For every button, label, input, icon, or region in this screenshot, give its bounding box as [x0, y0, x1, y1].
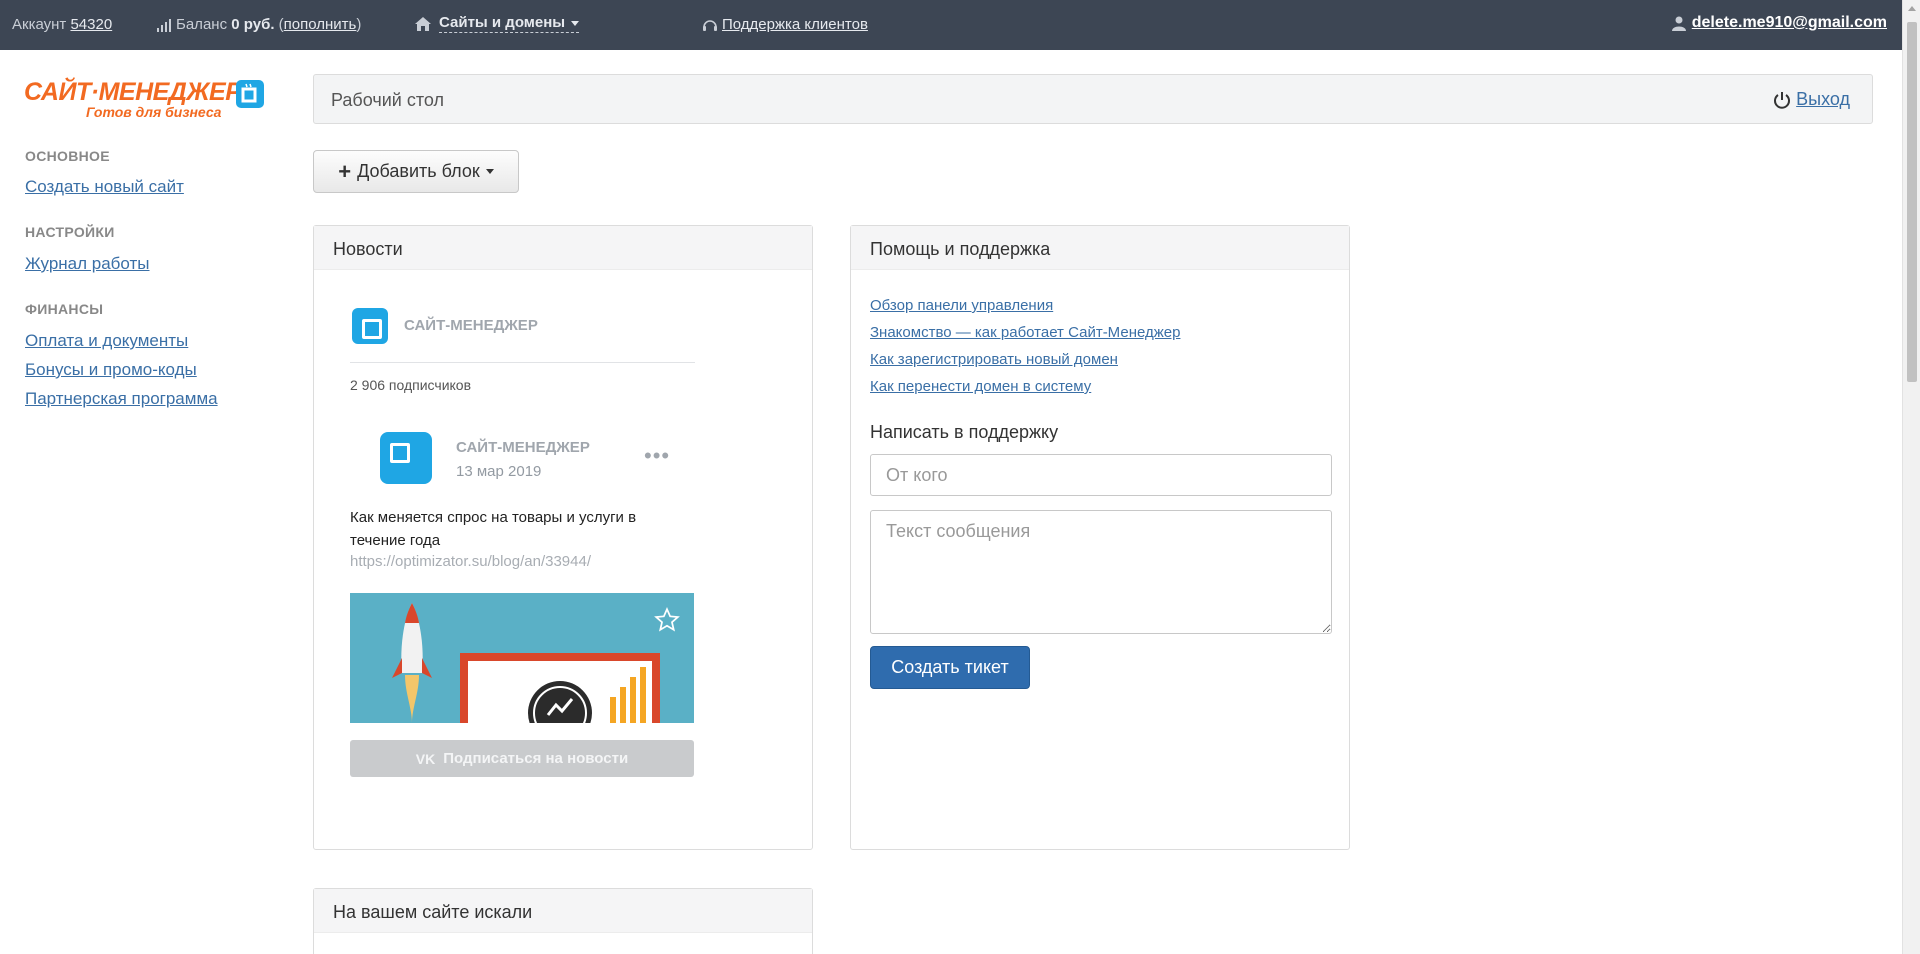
- balance-info: Баланс 0 руб. (пополнить): [157, 16, 361, 33]
- home-icon: [415, 16, 431, 31]
- sidebar-heading-settings: НАСТРОЙКИ: [25, 224, 115, 240]
- community-avatar[interactable]: [352, 308, 388, 344]
- page-title: Рабочий стол: [331, 90, 444, 110]
- plus-icon: +: [338, 158, 352, 184]
- account-label: Аккаунт: [12, 16, 67, 33]
- from-field[interactable]: [870, 454, 1332, 496]
- vk-icon: VK: [415, 750, 436, 767]
- post-text: Как меняется спрос на товары и услуги в …: [350, 509, 637, 549]
- logout-label: Выход: [1796, 89, 1850, 109]
- post-date[interactable]: 13 мар 2019: [456, 463, 541, 480]
- sidebar-item-payments[interactable]: Оплата и документы: [25, 331, 188, 351]
- sites-menu-label: Сайты и домены: [439, 14, 580, 33]
- top-bar: Аккаунт 54320 Баланс 0 руб. (пополнить) …: [0, 0, 1902, 50]
- subscribe-news-button[interactable]: VK Подписаться на новости: [350, 740, 694, 777]
- help-links: Обзор панели управления Знакомство — как…: [870, 292, 1180, 400]
- post-image[interactable]: [350, 593, 694, 723]
- sites-menu[interactable]: Сайты и домены: [415, 14, 580, 33]
- logo-name: САЙТ·МЕНЕДЖЕР: [24, 78, 242, 106]
- subscribe-label: Подписаться на новости: [443, 750, 629, 767]
- user-email: delete.me910@gmail.com: [1691, 14, 1887, 31]
- caret-down-icon: [571, 20, 580, 26]
- cup-logo-icon: [236, 80, 264, 108]
- user-icon: [1671, 16, 1686, 31]
- dashboard-header: Рабочий стол Выход: [313, 74, 1873, 124]
- sidebar-heading-finance: ФИНАНСЫ: [25, 301, 104, 317]
- star-icon[interactable]: [654, 607, 680, 633]
- scroll-up-icon[interactable]: [1908, 6, 1916, 11]
- help-panel: Помощь и поддержка Обзор панели управлен…: [850, 225, 1350, 850]
- help-link-overview[interactable]: Обзор панели управления: [870, 292, 1180, 319]
- sidebar-item-create-site[interactable]: Создать новый сайт: [25, 177, 184, 197]
- community-name[interactable]: САЙТ-МЕНЕДЖЕР: [404, 317, 538, 334]
- searched-on-site-panel: На вашем сайте искали: [313, 888, 813, 954]
- more-options-icon[interactable]: •••: [644, 443, 670, 469]
- scrollbar-thumb[interactable]: [1907, 22, 1917, 382]
- divider: [350, 362, 695, 363]
- account-info: Аккаунт 54320: [12, 16, 112, 33]
- logo-tagline: Готов для бизнеса: [86, 104, 222, 120]
- message-field[interactable]: [870, 510, 1332, 634]
- rocket-chart-illustration: [392, 603, 660, 723]
- support-link-label: Поддержка клиентов: [722, 16, 868, 33]
- page-scrollbar[interactable]: [1902, 0, 1920, 954]
- write-support-title: Написать в поддержку: [870, 422, 1059, 442]
- support-link[interactable]: Поддержка клиентов: [702, 16, 868, 33]
- topup-link[interactable]: пополнить: [284, 16, 357, 33]
- balance-value: 0 руб.: [231, 16, 275, 33]
- news-panel: Новости САЙТ-МЕНЕДЖЕР 2 906 подписчиков …: [313, 225, 813, 850]
- news-panel-title: Новости: [314, 226, 812, 270]
- sidebar-item-bonuses[interactable]: Бонусы и промо-коды: [25, 360, 197, 380]
- sidebar-item-work-log[interactable]: Журнал работы: [25, 254, 150, 274]
- sidebar-item-partner[interactable]: Партнерская программа: [25, 389, 218, 409]
- headphones-icon: [703, 19, 717, 31]
- user-menu[interactable]: delete.me910@gmail.com: [1671, 14, 1887, 32]
- account-id-link[interactable]: 54320: [70, 16, 112, 33]
- help-link-intro[interactable]: Знакомство — как работает Сайт-Менеджер: [870, 319, 1180, 346]
- post-author-avatar[interactable]: [380, 432, 432, 484]
- site-manager-logo[interactable]: САЙТ·МЕНЕДЖЕР Готов для бизнеса: [24, 78, 264, 122]
- subscribers-count: 2 906 подписчиков: [350, 377, 472, 393]
- power-icon: [1774, 91, 1791, 109]
- help-panel-title: Помощь и поддержка: [851, 226, 1349, 270]
- create-ticket-button[interactable]: Создать тикет: [870, 646, 1030, 689]
- logout-button[interactable]: Выход: [1773, 89, 1850, 110]
- sidebar-heading-main: ОСНОВНОЕ: [25, 148, 110, 164]
- signal-icon: [157, 18, 171, 32]
- help-link-transfer-domain[interactable]: Как перенести домен в систему: [870, 373, 1180, 400]
- balance-label: Баланс: [176, 16, 228, 33]
- caret-down-icon: [485, 169, 494, 174]
- help-link-register-domain[interactable]: Как зарегистрировать новый домен: [870, 346, 1180, 373]
- add-block-button[interactable]: + Добавить блок: [313, 150, 519, 193]
- post-author[interactable]: САЙТ-МЕНЕДЖЕР: [456, 439, 590, 456]
- add-block-label: Добавить блок: [357, 161, 480, 181]
- post-url[interactable]: https://optimizator.su/blog/an/33944/: [350, 553, 591, 570]
- search-panel-title: На вашем сайте искали: [314, 889, 812, 933]
